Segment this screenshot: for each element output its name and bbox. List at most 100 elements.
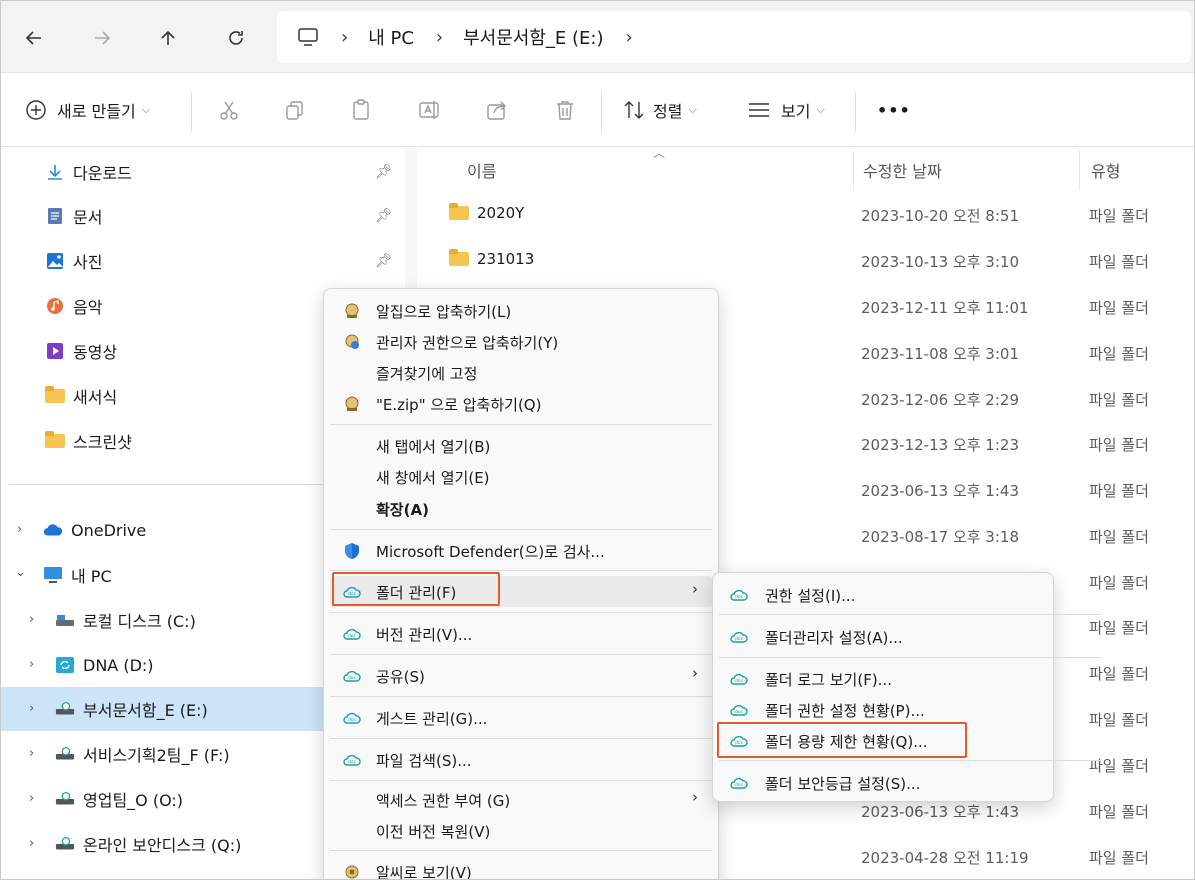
menu-item-label: 버전 관리(V)... [376,626,473,644]
modified-date: 2023-04-28 오전 11:19 [861,849,1029,867]
file-type: 파일 폴더 [1089,253,1149,271]
sidebar-item-documents[interactable]: 문서 📌︎ [1,194,405,238]
pin-icon[interactable]: 📌︎ [375,164,393,180]
menu-item-label: 폴더 권한 설정 현황(P)... [765,702,925,720]
sidebar-item-label: 스크린샷 [73,433,132,452]
menu-item-grant-access[interactable]: 액세스 권한 부여 (G) › [330,784,712,815]
refresh-icon [229,31,243,45]
svg-text:doc: doc [348,591,357,597]
column-header-name[interactable]: 이름 [467,158,496,182]
menu-item-label: 이전 버전 복원(V) [376,823,491,841]
doc-cloud-icon: doc [729,627,749,647]
sidebar-item-pictures[interactable]: 사진 📌︎ [1,239,405,283]
new-button[interactable]: 새로 만들기 ⌵ [25,94,150,126]
chevron-right-icon[interactable]: › [29,836,34,851]
menu-item-share[interactable]: doc 공유(S) › [330,660,712,691]
plus-circle-icon [26,100,46,120]
sidebar-item-label: 부서문서함_E (E:) [83,701,208,720]
doc-cloud-icon: doc [342,582,362,602]
modified-date: 2023-10-20 오전 8:51 [861,207,1019,225]
table-row[interactable]: 231013 2023-10-13 오후 3:10 파일 폴더 [417,238,1194,283]
scissors-icon [220,101,238,120]
menu-divider [330,570,712,571]
chevron-right-icon[interactable]: › [17,522,22,537]
sort-ascending-icon: ︿ [653,146,666,160]
file-type: 파일 폴더 [1089,482,1149,500]
submenu-item-quota-status[interactable]: doc 폴더 용량 제한 현황(Q)... [719,725,1049,756]
breadcrumb-drive-e[interactable]: 부서문서함_E (E:) [463,24,603,50]
menu-item-pin-favorites[interactable]: 즐겨찾기에 고정 [330,357,712,388]
modified-date: 2023-12-06 오후 2:29 [861,391,1019,409]
document-icon [45,206,65,226]
modified-date: 2023-06-13 오후 1:43 [861,803,1019,821]
chevron-right-icon[interactable]: › [29,701,34,716]
menu-item-defender-scan[interactable]: Microsoft Defender(으)로 검사... [330,535,712,566]
sort-button[interactable]: 정렬 ⌵ [623,94,697,126]
music-icon [45,296,65,316]
svg-text:doc: doc [735,594,744,600]
submenu-item-folder-log[interactable]: doc 폴더 로그 보기(F)... [719,663,1049,694]
menu-item-label: 파일 검색(S)... [376,752,472,770]
doc-cloud-icon: doc [729,585,749,605]
sort-label: 정렬 [653,102,683,121]
breadcrumb-my-pc[interactable]: 내 PC [368,24,414,50]
svg-text:doc: doc [735,782,744,788]
up-button[interactable] [153,23,183,53]
chevron-right-icon[interactable]: › [29,657,34,672]
paste-button[interactable] [347,96,375,124]
submenu-item-security-level[interactable]: doc 폴더 보안등급 설정(S)... [719,767,1049,798]
menu-item-alzip-admin[interactable]: 관리자 권한으로 압축하기(Y) [330,326,712,357]
rename-button[interactable] [415,96,443,124]
doc-cloud-icon: doc [729,773,749,793]
menu-item-alsee-view[interactable]: 알씨로 보기(V) [330,856,712,879]
menu-item-version-management[interactable]: doc 버전 관리(V)... [330,618,712,649]
menu-item-label: 새 창에서 열기(E) [376,469,490,487]
chevron-down-icon[interactable]: ⌄ [15,565,26,580]
sidebar-item-downloads[interactable]: 다운로드 📌︎ [1,150,405,194]
forward-button[interactable] [87,23,117,53]
network-drive-icon [55,834,75,854]
pin-icon[interactable]: 📌︎ [375,253,393,269]
delete-button[interactable] [551,96,579,124]
cut-button[interactable] [215,96,243,124]
column-header-type[interactable]: 유형 [1091,158,1120,182]
chevron-right-icon[interactable]: › [29,612,34,627]
table-row[interactable]: 2020Y 2023-10-20 오전 8:51 파일 폴더 [417,192,1194,237]
menu-item-restore-previous[interactable]: 이전 버전 복원(V) [330,815,712,846]
refresh-button[interactable] [221,23,251,53]
menu-item-file-search[interactable]: doc 파일 검색(S)... [330,744,712,775]
menu-item-expand[interactable]: 확장(A) [330,493,712,524]
menu-item-label: 새 탭에서 열기(B) [376,438,491,456]
submenu-item-permission-settings[interactable]: doc 권한 설정(I)... [719,579,1049,610]
column-header-date[interactable]: 수정한 날짜 [863,158,942,182]
share-button[interactable] [483,96,511,124]
chevron-right-icon[interactable]: › [29,746,34,761]
chevron-right-icon[interactable]: › [29,791,34,806]
menu-item-label: 즐겨찾기에 고정 [376,365,478,383]
menu-divider [719,614,1101,615]
address-box[interactable]: › 내 PC › 부서문서함_E (E:) › [277,11,1191,63]
menu-item-label: 폴더 관리(F) [376,584,457,602]
sidebar-item-label: 온라인 보안디스크 (Q:) [83,836,242,855]
menu-item-alzip-compress[interactable]: 알집으로 압축하기(L) [330,295,712,326]
menu-item-compress-ezip[interactable]: "E.zip" 으로 압축하기(Q) [330,388,712,419]
back-button[interactable] [19,23,49,53]
view-button[interactable]: 보기 ⌵ [747,94,825,126]
copy-button[interactable] [281,96,309,124]
column-divider[interactable] [853,150,854,190]
more-options-button[interactable]: ••• [877,94,911,126]
network-drive-icon [55,744,75,764]
menu-item-open-new-tab[interactable]: 새 탭에서 열기(B) [330,430,712,461]
submenu-item-folder-admin-settings[interactable]: doc 폴더관리자 설정(A)... [719,621,1049,652]
menu-item-guest-management[interactable]: doc 게스트 관리(G)... [330,702,712,733]
toolbar-divider [855,92,856,132]
submenu-item-permission-status[interactable]: doc 폴더 권한 설정 현황(P)... [719,694,1049,725]
toolbar-divider [601,92,602,132]
menu-item-folder-management[interactable]: doc 폴더 관리(F) › [330,576,712,607]
pin-icon[interactable]: 📌︎ [375,208,393,224]
modified-date: 2023-12-11 오후 11:01 [861,299,1029,317]
doc-cloud-icon: doc [342,750,362,770]
column-divider[interactable] [1079,150,1080,190]
menu-item-open-new-window[interactable]: 새 창에서 열기(E) [330,461,712,492]
folder-name-label: 231013 [477,250,535,268]
